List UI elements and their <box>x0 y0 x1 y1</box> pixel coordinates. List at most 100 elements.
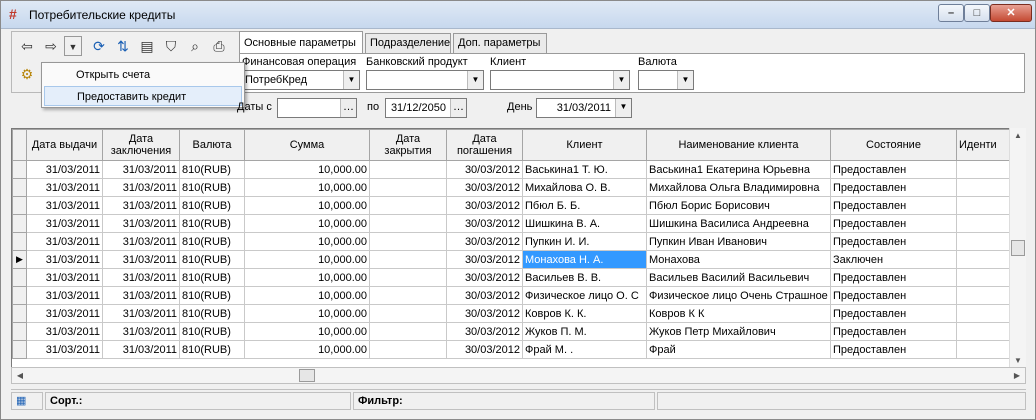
table-cell[interactable]: Предоставлен <box>830 286 957 305</box>
table-row[interactable]: ▶ 31/03/2011 31/03/2011 810(RUB) 10,000.00 30… <box>12 250 1025 269</box>
scroll-down-icon[interactable]: ▼ <box>1010 353 1026 368</box>
scroll-thumb[interactable] <box>299 369 315 382</box>
minimize-button[interactable]: – <box>938 4 964 22</box>
table-cell[interactable]: 810(RUB) <box>179 160 245 179</box>
table-row[interactable]: 31/03/2011 31/03/2011 810(RUB) 10,000.00 30/… <box>12 214 1025 233</box>
title-bar[interactable]: # Потребительские кредиты – □ ✕ <box>1 1 1035 29</box>
table-cell[interactable]: 30/03/2012 <box>446 322 523 341</box>
row-indicator[interactable] <box>12 286 27 305</box>
table-cell[interactable]: 31/03/2011 <box>102 268 180 287</box>
table-cell[interactable]: Пбюл Б. Б. <box>522 196 647 215</box>
print-icon[interactable]: ⎙ <box>208 36 230 56</box>
table-cell[interactable]: 30/03/2012 <box>446 286 523 305</box>
table-cell[interactable]: 31/03/2011 <box>26 178 103 197</box>
table-cell[interactable]: 10,000.00 <box>244 340 370 359</box>
table-cell[interactable]: 31/03/2011 <box>26 160 103 179</box>
table-cell[interactable]: Михайлова О. В. <box>522 178 647 197</box>
table-row[interactable]: 31/03/2011 31/03/2011 810(RUB) 10,000.00 30/… <box>12 304 1025 323</box>
col-header[interactable]: Клиент <box>522 129 647 161</box>
table-row[interactable]: 31/03/2011 31/03/2011 810(RUB) 10,000.00 30/… <box>12 196 1025 215</box>
table-cell[interactable]: 810(RUB) <box>179 214 245 233</box>
table-cell[interactable]: 810(RUB) <box>179 340 245 359</box>
table-cell[interactable]: Ковров К К <box>646 304 831 323</box>
table-cell[interactable]: 10,000.00 <box>244 214 370 233</box>
chevron-down-icon[interactable]: ▼ <box>343 71 359 89</box>
table-row[interactable]: 31/03/2011 31/03/2011 810(RUB) 10,000.00 30/… <box>12 286 1025 305</box>
table-cell[interactable]: Шишкина В. А. <box>522 214 647 233</box>
table-cell[interactable]: 31/03/2011 <box>26 232 103 251</box>
table-row[interactable]: 31/03/2011 31/03/2011 810(RUB) 10,000.00 30/… <box>12 340 1025 359</box>
grid-icon[interactable]: ▦ <box>11 392 43 410</box>
table-cell[interactable]: Жуков П. М. <box>522 322 647 341</box>
table-cell[interactable]: 30/03/2012 <box>446 178 523 197</box>
row-indicator[interactable] <box>12 214 27 233</box>
table-cell[interactable]: Монахова Н. А. <box>522 250 647 269</box>
table-cell[interactable]: 10,000.00 <box>244 196 370 215</box>
table-cell[interactable]: 10,000.00 <box>244 286 370 305</box>
table-cell[interactable] <box>369 160 447 179</box>
table-cell[interactable]: 810(RUB) <box>179 232 245 251</box>
col-header[interactable]: Дата погашения <box>446 129 523 161</box>
row-indicator[interactable] <box>12 178 27 197</box>
row-indicator[interactable] <box>12 232 27 251</box>
binoculars-icon[interactable]: ⌕ <box>184 36 206 56</box>
row-indicator[interactable]: ▶ <box>12 250 27 269</box>
scroll-right-icon[interactable]: ▶ <box>1009 368 1025 383</box>
table-row[interactable]: 31/03/2011 31/03/2011 810(RUB) 10,000.00 30/… <box>12 178 1025 197</box>
table-cell[interactable]: Пупкин Иван Иванович <box>646 232 831 251</box>
table-cell[interactable]: 10,000.00 <box>244 250 370 269</box>
table-cell[interactable]: 31/03/2011 <box>102 304 180 323</box>
dropdown-icon[interactable]: ▼ <box>64 36 82 56</box>
table-cell[interactable]: 31/03/2011 <box>102 178 180 197</box>
table-cell[interactable]: 810(RUB) <box>179 196 245 215</box>
table-cell[interactable]: 30/03/2012 <box>446 304 523 323</box>
table-cell[interactable]: 31/03/2011 <box>26 286 103 305</box>
col-header[interactable]: Дата закрытия <box>369 129 447 161</box>
table-cell[interactable]: Монахова <box>646 250 831 269</box>
col-header[interactable]: Валюта <box>179 129 245 161</box>
table-cell[interactable]: 31/03/2011 <box>26 196 103 215</box>
table-cell[interactable]: 30/03/2012 <box>446 214 523 233</box>
refresh-icon[interactable]: ⟳ <box>88 36 110 56</box>
table-cell[interactable] <box>369 214 447 233</box>
table-cell[interactable]: 31/03/2011 <box>102 214 180 233</box>
table-cell[interactable]: Предоставлен <box>830 322 957 341</box>
table-cell[interactable]: 30/03/2012 <box>446 340 523 359</box>
table-cell[interactable]: Ковров К. К. <box>522 304 647 323</box>
table-cell[interactable]: Предоставлен <box>830 196 957 215</box>
table-row[interactable]: 31/03/2011 31/03/2011 810(RUB) 10,000.00 30/… <box>12 160 1025 179</box>
tab-main-params[interactable]: Основные параметры <box>239 31 363 53</box>
chevron-down-icon[interactable]: ▼ <box>467 71 483 89</box>
table-cell[interactable]: Шишкина Василиса Андреевна <box>646 214 831 233</box>
table-cell[interactable]: Предоставлен <box>830 340 957 359</box>
col-header[interactable]: Состояние <box>830 129 957 161</box>
table-cell[interactable]: Предоставлен <box>830 232 957 251</box>
table-cell[interactable]: 10,000.00 <box>244 268 370 287</box>
table-cell[interactable]: 30/03/2012 <box>446 160 523 179</box>
table-cell[interactable]: 810(RUB) <box>179 304 245 323</box>
table-cell[interactable] <box>369 196 447 215</box>
menu-item-open-accounts[interactable]: Открыть счета <box>44 65 242 85</box>
client-select[interactable]: ▼ <box>490 70 630 90</box>
table-cell[interactable] <box>369 322 447 341</box>
table-cell[interactable]: 31/03/2011 <box>102 250 180 269</box>
table-cell[interactable]: 10,000.00 <box>244 178 370 197</box>
sort-icon[interactable]: ⇅ <box>112 36 134 56</box>
table-cell[interactable] <box>369 304 447 323</box>
table-cell[interactable]: 810(RUB) <box>179 268 245 287</box>
table-cell[interactable]: Михайлова Ольга Владимировна <box>646 178 831 197</box>
table-row[interactable]: 31/03/2011 31/03/2011 810(RUB) 10,000.00 30/… <box>12 268 1025 287</box>
tab-department[interactable]: Подразделение <box>365 33 451 53</box>
table-cell[interactable]: 30/03/2012 <box>446 250 523 269</box>
table-cell[interactable]: 810(RUB) <box>179 322 245 341</box>
table-cell[interactable] <box>369 268 447 287</box>
table-cell[interactable] <box>369 340 447 359</box>
row-indicator[interactable] <box>12 322 27 341</box>
date-from-input[interactable]: … <box>277 98 357 118</box>
row-indicator[interactable] <box>12 340 27 359</box>
table-cell[interactable]: Физическое лицо Очень Страшное <box>646 286 831 305</box>
table-cell[interactable]: 31/03/2011 <box>26 340 103 359</box>
table-cell[interactable] <box>369 286 447 305</box>
table-cell[interactable]: Васькина1 Екатерина Юрьевна <box>646 160 831 179</box>
table-cell[interactable]: 810(RUB) <box>179 178 245 197</box>
